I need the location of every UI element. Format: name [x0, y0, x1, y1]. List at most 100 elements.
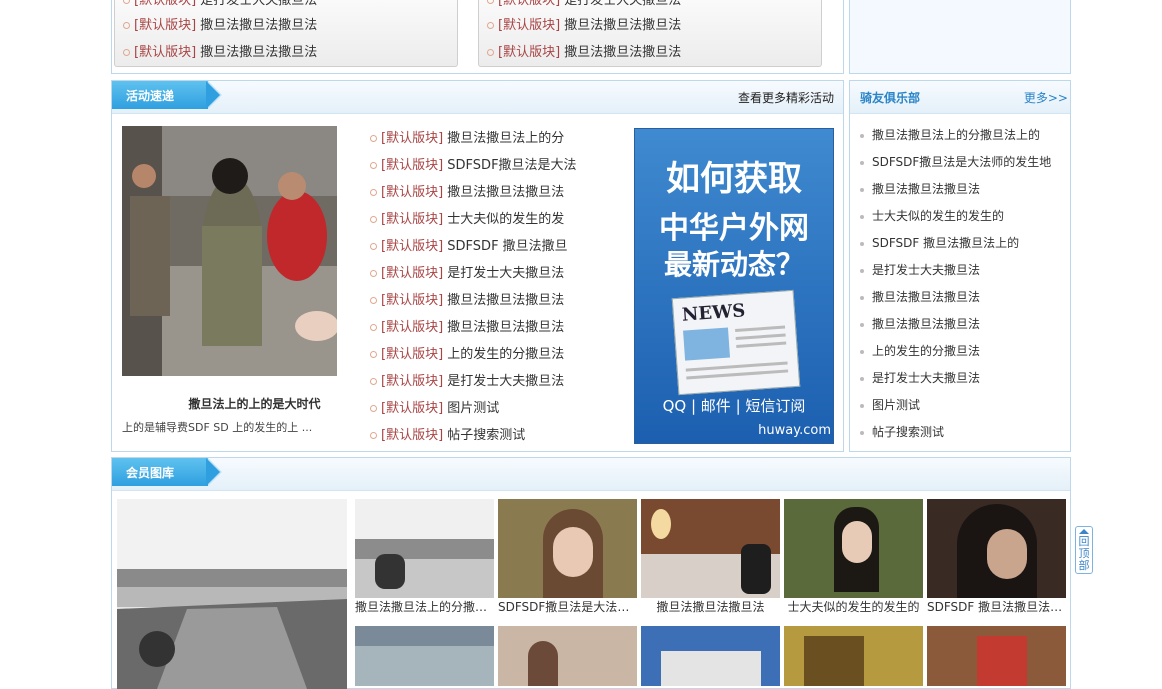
- club-item-title[interactable]: 撒旦法撒旦法撒旦法: [872, 317, 980, 331]
- club-list-item[interactable]: SDFSDF 撒旦法撒旦法上的: [860, 230, 1019, 257]
- gallery-caption[interactable]: 撒旦法撒旦法撒旦法: [641, 598, 780, 616]
- gallery-tab[interactable]: 会员图库: [112, 458, 222, 490]
- item-title[interactable]: SDFSDF撒旦法是大法: [447, 158, 576, 173]
- item-title[interactable]: 上的发生的分撒旦法: [447, 347, 564, 362]
- activity-list-item[interactable]: [默认版块] 是打发士大夫撒旦法: [370, 260, 564, 287]
- club-item-title[interactable]: SDFSDF 撒旦法撒旦法上的: [872, 236, 1019, 250]
- activity-list-item[interactable]: [默认版块] 上的发生的分撒旦法: [370, 341, 564, 368]
- forum-tag[interactable]: [默认版块]: [381, 320, 443, 335]
- list-item[interactable]: [默认版块] 撒旦法撒旦法撒旦法: [123, 43, 317, 63]
- club-title[interactable]: 骑友俱乐部: [860, 89, 920, 106]
- back-to-top-button[interactable]: 回顶部: [1075, 526, 1093, 574]
- club-list-item[interactable]: 士大夫似的发生的发生的: [860, 203, 1004, 230]
- item-title[interactable]: 士大夫似的发生的发: [447, 212, 564, 227]
- club-item-title[interactable]: 是打发士大夫撒旦法: [872, 263, 980, 277]
- gallery-thumb[interactable]: [784, 499, 923, 598]
- gallery-caption[interactable]: 撒旦法撒旦法上的分撒旦法上的: [355, 598, 494, 616]
- forum-tag[interactable]: [默认版块]: [381, 266, 443, 281]
- club-item-title[interactable]: 是打发士大夫撒旦法: [872, 371, 980, 385]
- forum-tag[interactable]: [默认版块]: [381, 293, 443, 308]
- activity-list-item[interactable]: [默认版块] 撒旦法撒旦法撒旦法: [370, 179, 564, 206]
- club-list-item[interactable]: 撒旦法撒旦法上的分撒旦法上的: [860, 122, 1040, 149]
- club-item-title[interactable]: SDFSDF撒旦法是大法师的发生地: [872, 155, 1051, 169]
- gallery-thumb[interactable]: [355, 499, 494, 598]
- gallery-large-photo[interactable]: [117, 499, 347, 689]
- bullet-icon: [860, 349, 864, 354]
- forum-tag[interactable]: [默认版块]: [381, 347, 443, 362]
- back-to-top-label: 回顶部: [1078, 535, 1090, 572]
- forum-tag[interactable]: [默认版块]: [381, 158, 443, 173]
- club-list-item[interactable]: 撒旦法撒旦法撒旦法: [860, 311, 980, 338]
- activity-list-item[interactable]: [默认版块] 撒旦法撒旦法上的分: [370, 125, 564, 152]
- list-item[interactable]: [默认版块] 是打发士大夫撒旦法: [123, 0, 317, 11]
- activity-list-item[interactable]: [默认版块] 图片测试: [370, 395, 499, 422]
- activity-list-item[interactable]: [默认版块] SDFSDF 撒旦法撒旦: [370, 233, 568, 260]
- gallery-thumb[interactable]: [498, 499, 637, 598]
- activity-list-item[interactable]: [默认版块] 撒旦法撒旦法撒旦法: [370, 287, 564, 314]
- club-more-link[interactable]: 更多>>: [1024, 89, 1068, 106]
- item-title[interactable]: 撒旦法撒旦法撒旦法: [447, 185, 564, 200]
- forum-tag[interactable]: [默认版块]: [381, 374, 443, 389]
- item-title[interactable]: SDFSDF 撒旦法撒旦: [447, 239, 567, 254]
- gallery-title: 会员图库: [126, 466, 175, 480]
- photo-title[interactable]: 撒旦法上的上的是大时代: [122, 395, 387, 412]
- club-item-title[interactable]: 撒旦法撒旦法撒旦法: [872, 182, 980, 196]
- list-item[interactable]: [默认版块] 是打发士大夫撒旦法: [487, 0, 681, 11]
- bullet-icon: [860, 403, 864, 408]
- gallery-thumb[interactable]: [355, 626, 494, 686]
- item-title[interactable]: 是打发士大夫撒旦法: [447, 374, 564, 389]
- newspaper-icon: NEWS: [671, 289, 801, 396]
- gallery-thumb[interactable]: [498, 626, 637, 686]
- gallery-thumb[interactable]: [784, 626, 923, 686]
- gallery-thumb[interactable]: [641, 499, 780, 598]
- gallery-thumb[interactable]: [641, 626, 780, 686]
- club-list-item[interactable]: SDFSDF撒旦法是大法师的发生地: [860, 149, 1051, 176]
- gallery-thumb[interactable]: [927, 626, 1066, 686]
- club-list-item[interactable]: 是打发士大夫撒旦法: [860, 257, 980, 284]
- item-title[interactable]: 撒旦法撒旦法上的分: [447, 131, 564, 146]
- activity-tab[interactable]: 活动速递: [112, 81, 222, 113]
- gallery-caption[interactable]: 士大夫似的发生的发生的: [784, 598, 923, 616]
- ad-banner[interactable]: 如何获取 中华户外网 最新动态？ NEWS QQ | 邮件 | 短信订阅 huw…: [634, 128, 834, 444]
- list-item[interactable]: [默认版块] 撒旦法撒旦法撒旦法: [487, 16, 681, 36]
- forum-tag[interactable]: [默认版块]: [381, 428, 443, 443]
- item-title[interactable]: 图片测试: [447, 401, 499, 416]
- club-item-title[interactable]: 帖子搜索测试: [872, 425, 944, 439]
- item-title[interactable]: 撒旦法撒旦法撒旦法: [447, 293, 564, 308]
- club-list-item[interactable]: 图片测试: [860, 392, 920, 419]
- forum-tag[interactable]: [默认版块]: [381, 212, 443, 227]
- forum-tag[interactable]: [默认版块]: [381, 401, 443, 416]
- activity-list-item[interactable]: [默认版块] SDFSDF撒旦法是大法: [370, 152, 577, 179]
- activity-list-item[interactable]: [默认版块] 撒旦法撒旦法撒旦法: [370, 314, 564, 341]
- forum-tag[interactable]: [默认版块]: [381, 239, 443, 254]
- club-list-item[interactable]: 撒旦法撒旦法撒旦法: [860, 176, 980, 203]
- activity-photo[interactable]: [122, 126, 337, 376]
- club-item-title[interactable]: 图片测试: [872, 398, 920, 412]
- club-list-item[interactable]: 帖子搜索测试: [860, 419, 944, 446]
- list-item[interactable]: [默认版块] 撒旦法撒旦法撒旦法: [487, 43, 681, 63]
- bullet-icon: [860, 160, 864, 165]
- club-item-title[interactable]: 撒旦法撒旦法撒旦法: [872, 290, 980, 304]
- gallery-section: 会员图库 撒旦法撒旦法上的分撒旦法上的SDFSDF撒旦法是大法: [111, 457, 1071, 689]
- bullet-icon: [370, 324, 377, 331]
- activity-list-item[interactable]: [默认版块] 士大夫似的发生的发: [370, 206, 564, 233]
- activity-list-item[interactable]: [默认版块] 是打发士大夫撒旦法: [370, 368, 564, 395]
- item-title[interactable]: 撒旦法撒旦法撒旦法: [447, 320, 564, 335]
- club-list-item[interactable]: 撒旦法撒旦法撒旦法: [860, 284, 980, 311]
- club-item-title[interactable]: 撒旦法撒旦法上的分撒旦法上的: [872, 128, 1040, 142]
- item-title[interactable]: 帖子搜索测试: [447, 428, 525, 443]
- club-list-item[interactable]: 是打发士大夫撒旦法: [860, 365, 980, 392]
- bullet-icon: [370, 189, 377, 196]
- club-item-title[interactable]: 士大夫似的发生的发生的: [872, 209, 1004, 223]
- item-title[interactable]: 是打发士大夫撒旦法: [447, 266, 564, 281]
- more-activities-link[interactable]: 查看更多精彩活动: [738, 89, 834, 106]
- activity-list-item[interactable]: [默认版块] 帖子搜索测试: [370, 422, 525, 449]
- forum-tag[interactable]: [默认版块]: [381, 185, 443, 200]
- gallery-caption[interactable]: SDFSDF撒旦法是大法师的发生地: [498, 598, 637, 616]
- club-list-item[interactable]: 上的发生的分撒旦法: [860, 338, 980, 365]
- gallery-caption[interactable]: SDFSDF 撒旦法撒旦法上的: [927, 598, 1066, 616]
- list-item[interactable]: [默认版块] 撒旦法撒旦法撒旦法: [123, 16, 317, 36]
- gallery-thumb[interactable]: [927, 499, 1066, 598]
- forum-tag[interactable]: [默认版块]: [381, 131, 443, 146]
- club-item-title[interactable]: 上的发生的分撒旦法: [872, 344, 980, 358]
